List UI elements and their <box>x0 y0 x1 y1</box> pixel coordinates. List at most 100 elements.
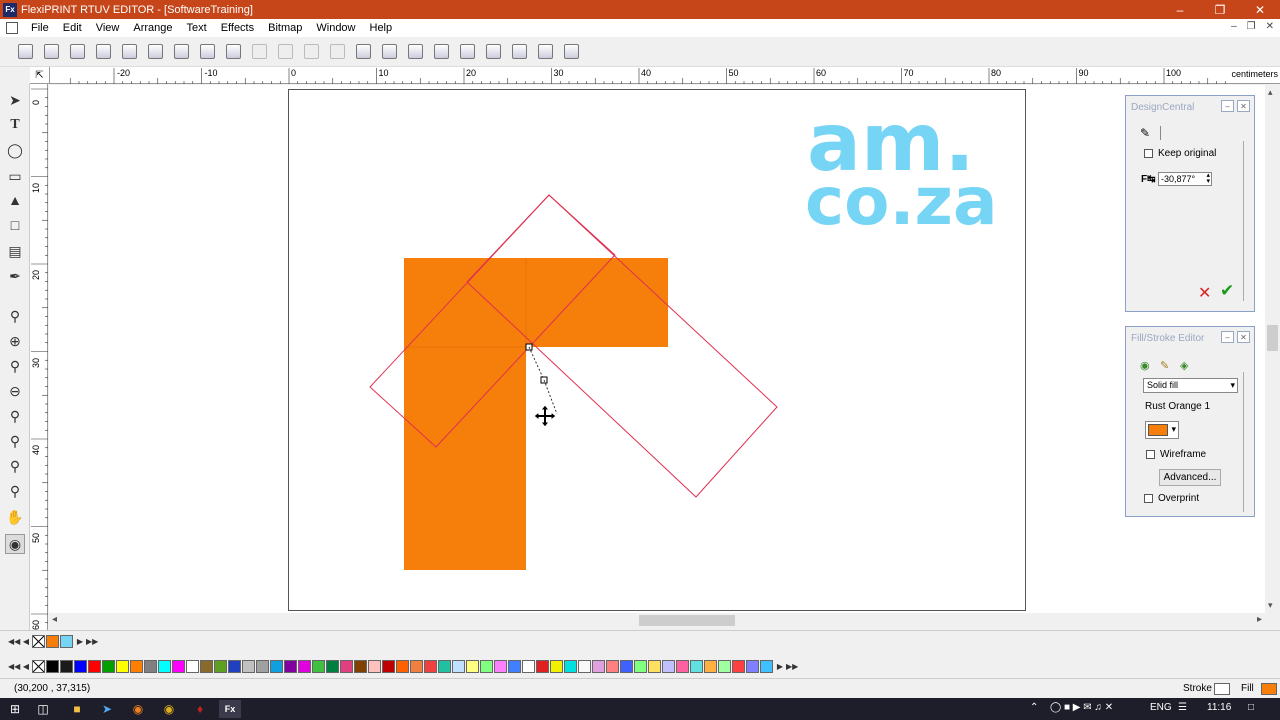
palette-pattern-swatch[interactable] <box>676 659 689 673</box>
notifications-icon[interactable]: □ <box>1248 702 1254 713</box>
angle-spinner-icon[interactable]: ▴ ▾ <box>1206 172 1210 185</box>
save-icon[interactable] <box>66 41 88 63</box>
panel-minimize-icon[interactable]: – <box>1221 331 1234 343</box>
palette-no-color-swatch[interactable] <box>32 659 45 673</box>
menu-edit[interactable]: Edit <box>56 22 89 34</box>
palette-pattern-swatch[interactable] <box>634 659 647 673</box>
wireframe-row[interactable]: Wireframe <box>1146 449 1206 460</box>
zoom-page-icon[interactable]: ⚲ <box>5 356 25 376</box>
palette-pattern-swatch[interactable] <box>760 659 773 673</box>
firefox-icon[interactable]: ◉ <box>127 700 149 718</box>
file-explorer-icon[interactable]: ■ <box>66 700 88 718</box>
palette-pattern-swatch[interactable] <box>620 659 633 673</box>
minimize-icon[interactable]: – <box>1160 0 1200 19</box>
print-setup-icon[interactable] <box>144 41 166 63</box>
import-icon[interactable] <box>404 41 426 63</box>
palette-prev-icon[interactable]: ◀ <box>20 662 32 671</box>
zoom-in-icon[interactable]: ⊕ <box>5 331 25 351</box>
palette-color-swatch[interactable] <box>354 659 367 673</box>
rotate-mode-icon[interactable]: ✎ <box>1140 126 1150 140</box>
apply-check-icon[interactable]: ✔ <box>1220 281 1234 301</box>
palette-pattern-swatch[interactable] <box>690 659 703 673</box>
pan-tool-icon[interactable]: ✋ <box>5 507 25 527</box>
last-icon[interactable]: ▶▶ <box>86 637 98 646</box>
palette-color-swatch[interactable] <box>130 659 143 673</box>
fill-type-select[interactable]: Solid fill <box>1143 378 1238 393</box>
color-dropdown-icon[interactable]: ▾ <box>1171 424 1176 435</box>
l-shape-vertical-bar[interactable] <box>404 258 526 570</box>
palette-color-swatch[interactable] <box>326 659 339 673</box>
windows-start-icon[interactable]: ⊞ <box>4 700 26 718</box>
undo-all-icon[interactable] <box>274 41 296 63</box>
chrome-icon[interactable]: ◉ <box>158 700 180 718</box>
palette-color-swatch[interactable] <box>46 659 59 673</box>
scroll-down-icon[interactable]: ▾ <box>1268 600 1273 611</box>
zoom-out-icon[interactable]: ⊖ <box>5 381 25 401</box>
prev-icon[interactable]: ◀ <box>20 637 32 646</box>
palette-next-icon[interactable]: ▶ <box>774 662 786 671</box>
palette-pattern-swatch[interactable] <box>648 659 661 673</box>
palette-color-swatch[interactable] <box>564 659 577 673</box>
eyedropper-tool-icon[interactable]: ✒ <box>5 266 25 286</box>
stroke-color-swatch[interactable] <box>1214 683 1230 695</box>
keep-original-checkbox[interactable] <box>1144 148 1153 158</box>
node-edit-tool-icon[interactable]: ▲ <box>5 190 25 210</box>
palette-color-swatch[interactable] <box>340 659 353 673</box>
language-indicator[interactable]: ENG <box>1150 702 1172 713</box>
color-wheel-icon[interactable] <box>430 41 452 63</box>
fill-tool-icon[interactable]: ◉ <box>5 534 25 554</box>
palette-color-swatch[interactable] <box>256 659 269 673</box>
color-picker-icon[interactable] <box>456 41 478 63</box>
palette-color-swatch[interactable] <box>60 659 73 673</box>
scroll-right-icon[interactable]: ▸ <box>1257 614 1262 625</box>
palette-color-swatch[interactable] <box>298 659 311 673</box>
rectangle-tool-icon[interactable]: ▭ <box>5 166 25 186</box>
palette-pattern-swatch[interactable] <box>662 659 675 673</box>
palette-pattern-swatch[interactable] <box>718 659 731 673</box>
scroll-left-icon[interactable]: ◂ <box>52 614 57 625</box>
zoom-actual-icon[interactable]: ⚲ <box>5 481 25 501</box>
palette-color-swatch[interactable] <box>396 659 409 673</box>
vertical-scroll-thumb[interactable] <box>1267 325 1278 351</box>
menu-effects[interactable]: Effects <box>214 22 261 34</box>
zoom-selection-icon[interactable]: ⚲ <box>5 431 25 451</box>
maximize-icon[interactable]: ❐ <box>1200 0 1240 19</box>
palette-color-swatch[interactable] <box>480 659 493 673</box>
palette-color-swatch[interactable] <box>494 659 507 673</box>
panel-close-icon[interactable]: ✕ <box>1237 331 1250 343</box>
tray-chevron-icon[interactable]: ⌃ <box>1030 702 1038 713</box>
palette-color-swatch[interactable] <box>452 659 465 673</box>
menu-file[interactable]: File <box>24 22 56 34</box>
fill-stroke-icon[interactable]: ◈ <box>1180 359 1188 372</box>
copy-icon[interactable] <box>196 41 218 63</box>
menu-view[interactable]: View <box>89 22 127 34</box>
task-view-icon[interactable]: ◫ <box>32 700 54 718</box>
palette-color-swatch[interactable] <box>228 659 241 673</box>
color-manager-icon[interactable] <box>508 41 530 63</box>
zoom-fit-icon[interactable]: ⚲ <box>5 456 25 476</box>
overprint-checkbox[interactable] <box>1144 493 1153 503</box>
palette-color-swatch[interactable] <box>88 659 101 673</box>
ruler-origin-icon[interactable]: ⇱ <box>30 67 50 84</box>
menu-arrange[interactable]: Arrange <box>126 22 179 34</box>
palette-color-swatch[interactable] <box>466 659 479 673</box>
new-file-icon[interactable] <box>14 41 36 63</box>
palette-last-icon[interactable]: ▶▶ <box>786 662 798 671</box>
palette-color-swatch[interactable] <box>522 659 535 673</box>
horizontal-ruler[interactable]: centimeters -20 -10 0 10 20 30 40 50 60 70 80 90 100 <box>50 67 1280 84</box>
scroll-up-icon[interactable]: ▴ <box>1268 87 1273 98</box>
close-icon[interactable]: ✕ <box>1240 0 1280 19</box>
palette-color-swatch[interactable] <box>214 659 227 673</box>
pointer-tool-icon[interactable]: ➤ <box>5 90 25 110</box>
no-color-swatch[interactable] <box>32 635 45 648</box>
cut-icon[interactable] <box>170 41 192 63</box>
network-icon[interactable]: ☰ <box>1178 702 1187 713</box>
fill-color-picker[interactable]: ▾ <box>1145 421 1179 439</box>
palette-color-swatch[interactable] <box>284 659 297 673</box>
flexiprint-taskbar-icon[interactable]: Fx <box>219 700 241 718</box>
horizontal-scroll-thumb[interactable] <box>639 615 735 626</box>
palette-pattern-swatch[interactable] <box>592 659 605 673</box>
undo-icon[interactable] <box>248 41 270 63</box>
wireframe-checkbox[interactable] <box>1146 449 1155 459</box>
mdi-minimize-icon[interactable]: – <box>1231 21 1237 32</box>
